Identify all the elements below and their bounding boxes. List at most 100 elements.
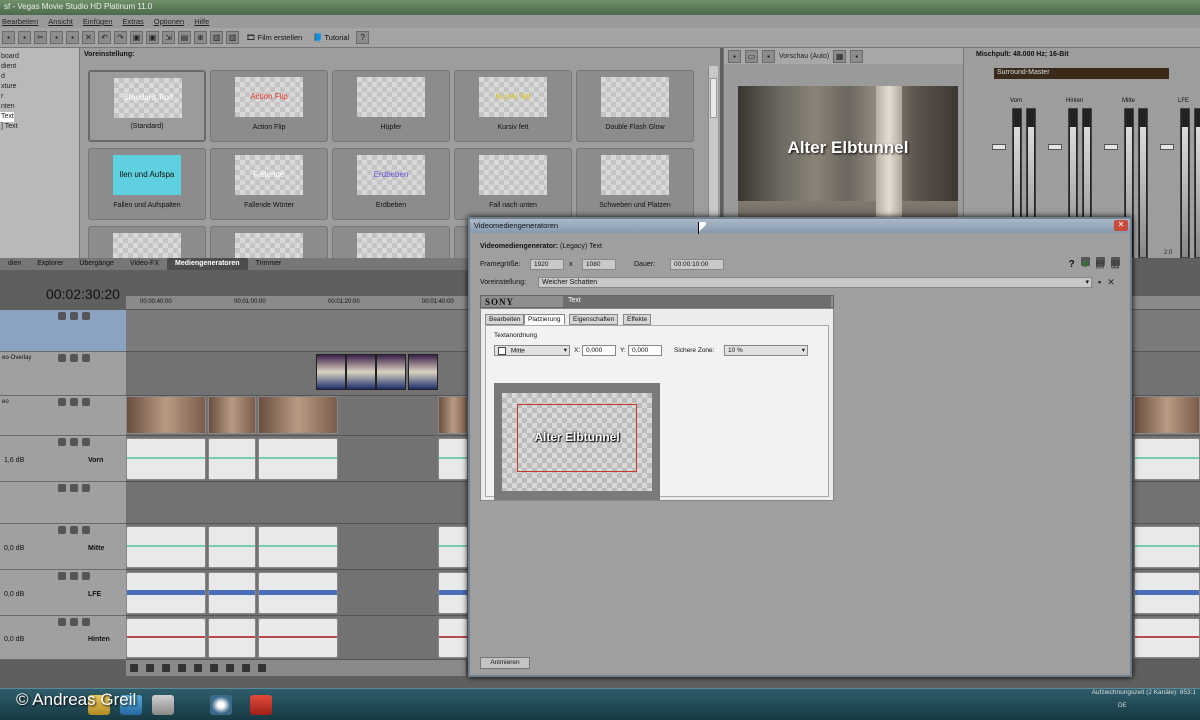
- frame-width-field[interactable]: 1920: [530, 259, 564, 270]
- audio-clip[interactable]: [126, 438, 206, 480]
- track-volume[interactable]: 1,6 dB: [4, 457, 24, 464]
- mute-icon[interactable]: [58, 526, 66, 534]
- audio-clip[interactable]: [126, 572, 206, 614]
- category-item[interactable]: nten: [0, 102, 79, 112]
- x-position-field[interactable]: 0,000: [582, 345, 616, 356]
- audio-clip[interactable]: [208, 618, 256, 658]
- fx-icon[interactable]: [82, 438, 90, 446]
- mute-icon[interactable]: [58, 618, 66, 626]
- track-header[interactable]: 0,0 dB Hinten: [0, 616, 126, 660]
- preset-card[interactable]: Schweben und Platzen: [576, 148, 694, 220]
- solo-icon[interactable]: [70, 438, 78, 446]
- category-item[interactable]: ] Text: [0, 122, 79, 132]
- save-icon[interactable]: ▪: [1098, 277, 1101, 288]
- help-icon[interactable]: ?: [356, 31, 370, 44]
- track-header[interactable]: [0, 482, 126, 524]
- solo-icon[interactable]: [70, 398, 78, 406]
- audio-clip[interactable]: [208, 572, 256, 614]
- go-to-end-icon[interactable]: [226, 664, 234, 672]
- vegas-taskbar-icon[interactable]: [250, 695, 272, 715]
- snapshot-icon[interactable]: ▪: [850, 49, 864, 63]
- delete-preset-icon[interactable]: ▥: [1111, 259, 1120, 270]
- audio-clip[interactable]: [438, 526, 468, 568]
- solo-icon[interactable]: [70, 526, 78, 534]
- preset-card[interactable]: Fall nach unten: [454, 148, 572, 220]
- overlay-clip-thumb[interactable]: [376, 354, 406, 390]
- tab-dien[interactable]: dien: [0, 258, 29, 270]
- overlay-clip-thumb[interactable]: [316, 354, 346, 390]
- y-position-field[interactable]: 0,000: [628, 345, 662, 356]
- folder-icon[interactable]: ▪: [2, 31, 15, 44]
- solo-icon[interactable]: [70, 312, 78, 320]
- track-header[interactable]: 0,0 dB LFE: [0, 570, 126, 616]
- audio-clip[interactable]: [1134, 618, 1200, 658]
- video-clip[interactable]: [1134, 396, 1200, 434]
- audio-clip[interactable]: [438, 572, 468, 614]
- preview-settings-icon[interactable]: ▪: [728, 49, 741, 63]
- mute-icon[interactable]: [58, 572, 66, 580]
- overlay-clip-thumb[interactable]: [346, 354, 376, 390]
- category-item[interactable]: dient: [0, 62, 79, 72]
- go-to-start-icon[interactable]: [210, 664, 218, 672]
- app-taskbar-icon[interactable]: [152, 695, 174, 715]
- category-item[interactable]: board: [0, 52, 79, 62]
- snap-icon[interactable]: ⇲: [162, 31, 175, 44]
- mute-icon[interactable]: [58, 484, 66, 492]
- stop-icon[interactable]: [194, 664, 202, 672]
- tab-video-fx[interactable]: Video-FX: [122, 258, 167, 270]
- menu-item[interactable]: Extras: [123, 17, 144, 26]
- help-icon[interactable]: ?: [1069, 259, 1075, 270]
- preset-card[interactable]: Double Flash Glow: [576, 70, 694, 142]
- loop-icon[interactable]: [130, 664, 138, 672]
- video-clip[interactable]: [208, 396, 256, 434]
- monitor-icon[interactable]: ▭: [745, 49, 758, 63]
- next-frame-icon[interactable]: [258, 664, 266, 672]
- menu-item[interactable]: Hilfe: [194, 17, 209, 26]
- preset-card[interactable]: llen und Aufspa Fallen und Aufspalten: [88, 148, 206, 220]
- tab-übergänge[interactable]: Übergänge: [71, 258, 122, 270]
- mute-icon[interactable]: [58, 398, 66, 406]
- plugin-chain-icon[interactable]: ⊕: [1081, 259, 1089, 270]
- menu-item[interactable]: Ansicht: [48, 17, 73, 26]
- preset-card[interactable]: Fallende Fallende Wörter: [210, 148, 328, 220]
- menu-item[interactable]: Einfügen: [83, 17, 113, 26]
- audio-clip[interactable]: [258, 438, 338, 480]
- fx-icon[interactable]: [82, 572, 90, 580]
- audio-clip[interactable]: [438, 618, 468, 658]
- placement-preview[interactable]: Alter Elbtunnel: [494, 383, 660, 500]
- audio-clip[interactable]: [126, 618, 206, 658]
- track-header[interactable]: [0, 310, 126, 352]
- menu-item[interactable]: Bearbeiten: [2, 17, 38, 26]
- save-icon[interactable]: ▪: [18, 31, 31, 44]
- preset-select[interactable]: Weicher Schatten ▾: [538, 277, 1092, 288]
- lock-envelopes-icon[interactable]: ⊕: [194, 31, 207, 44]
- volume-fader[interactable]: [1104, 144, 1118, 150]
- copy-icon[interactable]: ▪: [50, 31, 63, 44]
- tab-bearbeiten[interactable]: Bearbeiten: [485, 314, 525, 325]
- fx-icon[interactable]: [82, 354, 90, 362]
- audio-clip[interactable]: [258, 618, 338, 658]
- animate-button[interactable]: Animieren: [480, 657, 530, 669]
- volume-fader[interactable]: [992, 144, 1006, 150]
- audio-clip[interactable]: [438, 438, 468, 480]
- preset-card[interactable]: Action Flip Action Flip: [210, 70, 328, 142]
- audio-clip[interactable]: [1134, 572, 1200, 614]
- overlay-icon[interactable]: ▦: [833, 49, 847, 63]
- save-preset-icon[interactable]: ▤: [1095, 259, 1104, 270]
- preview-quality-select[interactable]: Vorschau (Auto): [779, 53, 829, 60]
- fx-icon[interactable]: ▪: [762, 49, 775, 63]
- track-header[interactable]: eo: [0, 396, 126, 436]
- language-indicator[interactable]: DE: [1118, 703, 1126, 709]
- film-create-button[interactable]: 🎞 Film erstellen: [242, 33, 306, 42]
- undo-icon[interactable]: ↶: [98, 31, 111, 44]
- previous-frame-icon[interactable]: [242, 664, 250, 672]
- redo-icon[interactable]: ↷: [114, 31, 127, 44]
- volume-fader[interactable]: [1160, 144, 1174, 150]
- menu-item[interactable]: Optionen: [154, 17, 184, 26]
- properties-icon[interactable]: ▥: [226, 31, 239, 44]
- tab-effekte[interactable]: Effekte: [623, 314, 652, 325]
- audio-clip[interactable]: [126, 526, 206, 568]
- track-header[interactable]: 0,0 dB Mitte: [0, 524, 126, 570]
- tab-trimmer[interactable]: Trimmer: [248, 258, 290, 270]
- play-icon[interactable]: [162, 664, 170, 672]
